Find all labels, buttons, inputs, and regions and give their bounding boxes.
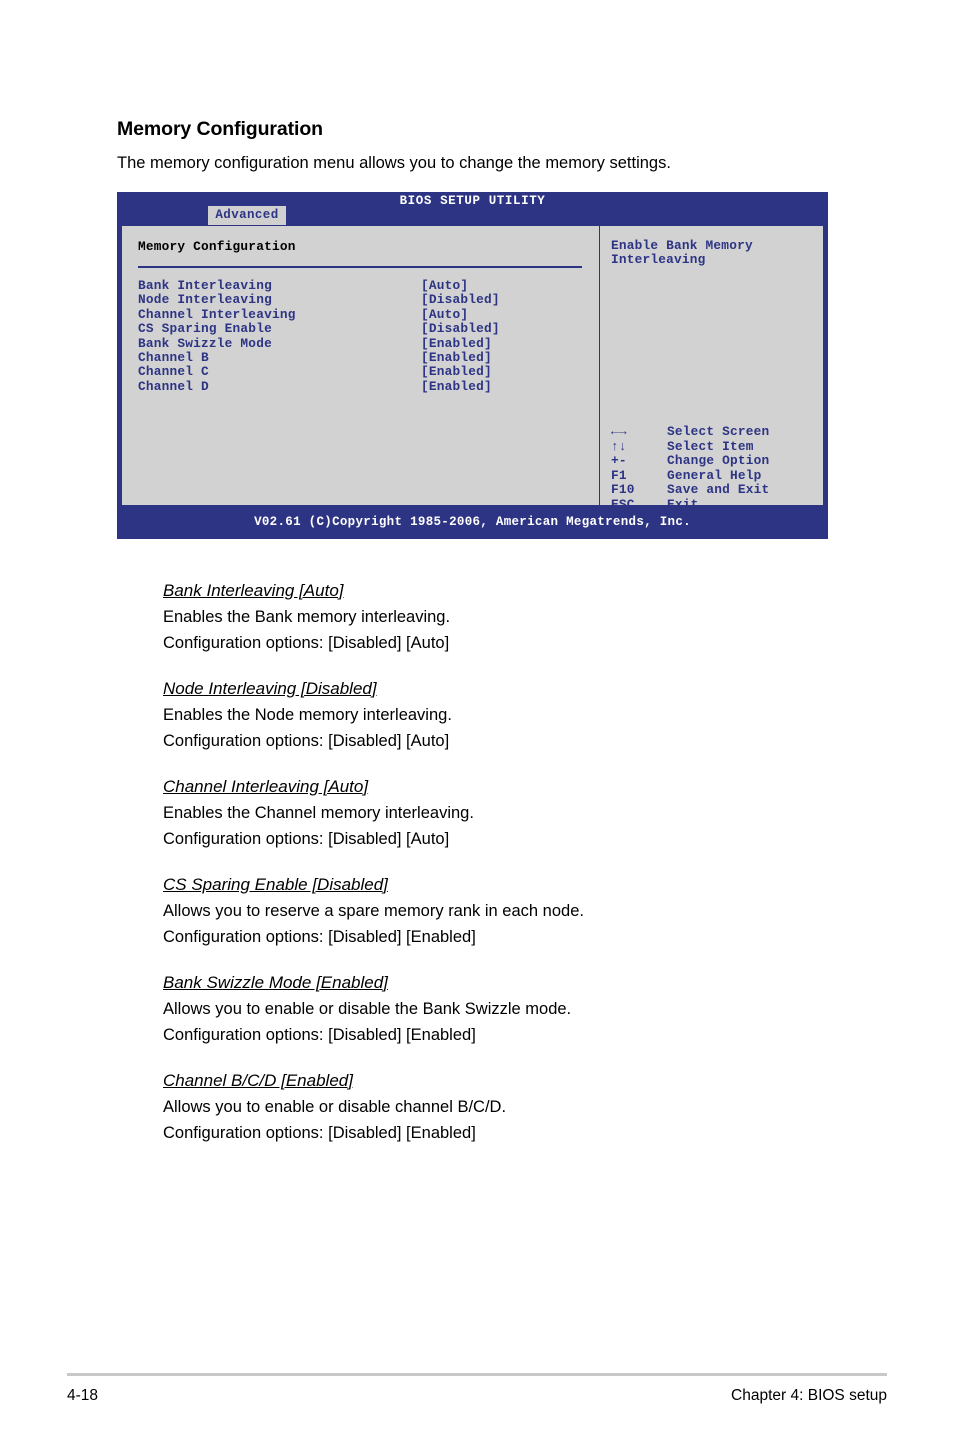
option-row-channel-b[interactable]: Channel B [Enabled] <box>138 349 588 365</box>
description-title: Channel Interleaving [Auto] <box>163 777 369 796</box>
option-row-bank-interleaving[interactable]: Bank Interleaving [Auto] <box>138 278 588 293</box>
key-legend-label: Select Item <box>667 438 754 454</box>
up-down-arrow-icon: ↑↓ <box>611 438 627 454</box>
key-legend-change-option: +- Change Option <box>611 453 821 468</box>
bios-key-legend: ←→ Select Screen ↑↓ Select Item +- Chang… <box>611 424 821 512</box>
description-title: Bank Interleaving [Auto] <box>163 581 344 600</box>
tab-advanced[interactable]: Advanced <box>208 206 286 225</box>
key-legend-general-help: F1 General Help <box>611 468 821 483</box>
bios-copyright-bar: V02.61 (C)Copyright 1985-2006, American … <box>117 510 828 539</box>
bios-settings-pane: Memory Configuration Bank Interleaving [… <box>122 226 599 505</box>
option-row-bank-swizzle-mode[interactable]: Bank Swizzle Mode [Enabled] <box>138 335 588 351</box>
option-row-channel-c[interactable]: Channel C [Enabled] <box>138 364 588 380</box>
bios-help-pane: Enable Bank Memory Interleaving ←→ Selec… <box>600 226 825 512</box>
description-options: Configuration options: [Disabled] [Enabl… <box>163 1026 476 1044</box>
key-legend-label: General Help <box>667 467 762 483</box>
bios-titlebar: BIOS SETUP UTILITY Advanced <box>117 192 828 225</box>
key-legend-select-screen: ←→ Select Screen <box>611 424 821 439</box>
option-row-channel-interleaving[interactable]: Channel Interleaving [Auto] <box>138 306 588 322</box>
key-legend-label: Change Option <box>667 453 770 469</box>
section-divider <box>138 266 582 268</box>
option-row-channel-d[interactable]: Channel D [Enabled] <box>138 378 588 394</box>
description-bank-interleaving: Bank Interleaving [Auto] Enables the Ban… <box>163 578 863 656</box>
description-body: Enables the Bank memory interleaving. <box>163 608 451 626</box>
key-legend-label: Save and Exit <box>667 482 770 498</box>
description-cs-sparing-enable: CS Sparing Enable [Disabled] Allows you … <box>163 872 863 950</box>
option-value[interactable]: [Enabled] <box>421 379 492 394</box>
key-legend-select-item: ↑↓ Select Item <box>611 439 821 454</box>
option-label: CS Sparing Enable <box>138 321 272 337</box>
option-label: Channel C <box>138 364 209 380</box>
footer-divider <box>67 1373 887 1376</box>
footer-chapter-label: Chapter 4: BIOS setup <box>731 1387 887 1404</box>
description-options: Configuration options: [Disabled] [Auto] <box>163 732 450 750</box>
description-body: Allows you to reserve a spare memory ran… <box>163 902 584 920</box>
description-bank-swizzle-mode: Bank Swizzle Mode [Enabled] Allows you t… <box>163 970 863 1048</box>
option-label: Channel B <box>138 349 209 365</box>
option-label: Node Interleaving <box>138 292 272 308</box>
description-options: Configuration options: [Disabled] [Auto] <box>163 634 450 652</box>
option-label: Bank Swizzle Mode <box>138 335 272 351</box>
option-row-cs-sparing-enable[interactable]: CS Sparing Enable [Disabled] <box>138 321 588 337</box>
option-value[interactable]: [Auto] <box>421 307 468 322</box>
plus-minus-icon: +- <box>611 453 627 469</box>
description-body: Allows you to enable or disable the Bank… <box>163 1000 572 1018</box>
left-right-arrow-icon: ←→ <box>611 424 627 439</box>
page-intro-text: The memory configuration menu allows you… <box>117 154 671 172</box>
settings-descriptions: Bank Interleaving [Auto] Enables the Ban… <box>163 578 863 1166</box>
description-node-interleaving: Node Interleaving [Disabled] Enables the… <box>163 676 863 754</box>
bios-setup-screen: BIOS SETUP UTILITY Advanced Memory Confi… <box>117 192 828 539</box>
option-value[interactable]: [Enabled] <box>421 350 492 365</box>
option-value[interactable]: [Disabled] <box>421 292 500 307</box>
description-channel-bcd: Channel B/C/D [Enabled] Allows you to en… <box>163 1068 863 1146</box>
description-body: Enables the Channel memory interleaving. <box>163 804 474 822</box>
description-channel-interleaving: Channel Interleaving [Auto] Enables the … <box>163 774 863 852</box>
key-legend-label: Select Screen <box>667 424 770 439</box>
description-options: Configuration options: [Disabled] [Enabl… <box>163 1124 476 1142</box>
description-title: Bank Swizzle Mode [Enabled] <box>163 973 388 992</box>
f1-key-icon: F1 <box>611 467 627 483</box>
f10-key-icon: F10 <box>611 482 635 498</box>
option-value[interactable]: [Enabled] <box>421 336 492 351</box>
page-title: Memory Configuration <box>117 118 323 140</box>
description-body: Enables the Node memory interleaving. <box>163 706 452 724</box>
bios-option-list: Bank Interleaving [Auto] Node Interleavi… <box>138 278 588 394</box>
option-value[interactable]: [Auto] <box>421 278 468 293</box>
description-body: Allows you to enable or disable channel … <box>163 1098 507 1116</box>
bios-section-title: Memory Configuration <box>138 239 296 254</box>
description-options: Configuration options: [Disabled] [Auto] <box>163 830 450 848</box>
description-title: Channel B/C/D [Enabled] <box>163 1071 353 1090</box>
option-label: Bank Interleaving <box>138 278 272 293</box>
bios-body: Memory Configuration Bank Interleaving [… <box>121 225 825 512</box>
description-options: Configuration options: [Disabled] [Enabl… <box>163 928 476 946</box>
key-legend-save-and-exit: F10 Save and Exit <box>611 482 821 497</box>
help-description: Enable Bank Memory Interleaving <box>611 238 753 268</box>
description-title: CS Sparing Enable [Disabled] <box>163 875 388 894</box>
description-title: Node Interleaving [Disabled] <box>163 679 377 698</box>
footer-page-number: 4-18 <box>67 1387 99 1404</box>
option-label: Channel Interleaving <box>138 306 296 322</box>
option-value[interactable]: [Disabled] <box>421 321 500 336</box>
option-label: Channel D <box>138 378 209 394</box>
option-value[interactable]: [Enabled] <box>421 364 492 379</box>
option-row-node-interleaving[interactable]: Node Interleaving [Disabled] <box>138 292 588 308</box>
